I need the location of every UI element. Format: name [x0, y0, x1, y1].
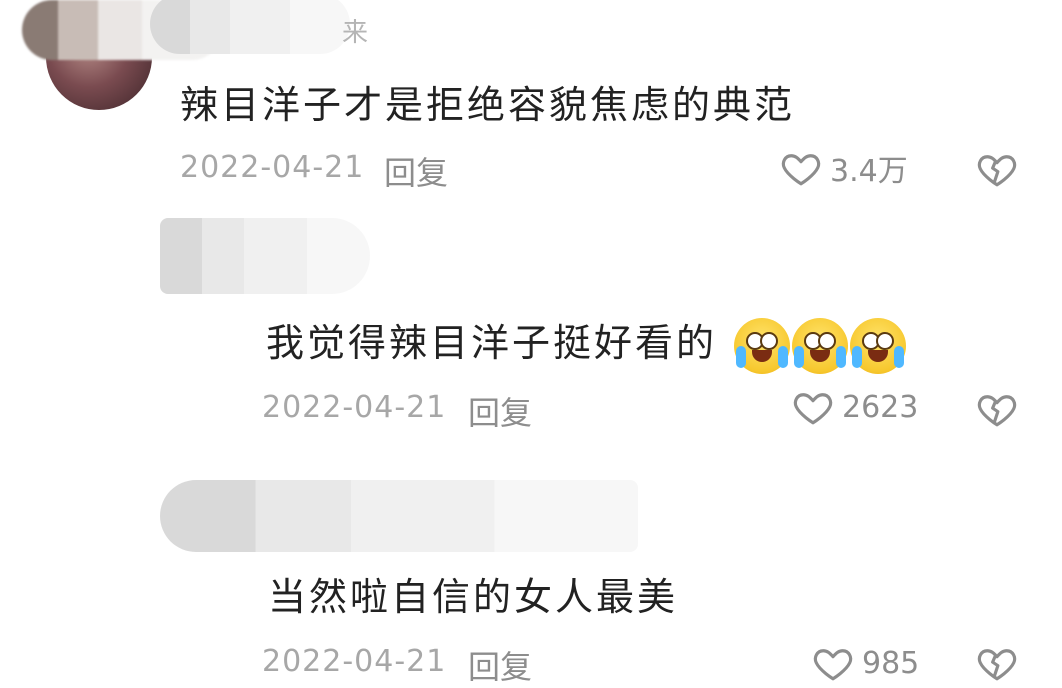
emoji-row	[734, 317, 907, 374]
comment-item: 当然啦自信的女人最美 2022-04-21 回复 985	[0, 470, 1062, 686]
like-count: 985	[862, 645, 920, 681]
heart-outline-icon	[812, 642, 854, 684]
broken-heart-icon[interactable]	[976, 388, 1018, 430]
comment-date: 2022-04-21	[262, 390, 447, 425]
crying-laughing-emoji	[734, 317, 791, 374]
like-button[interactable]: 3.4万	[780, 146, 908, 190]
heart-outline-icon	[780, 147, 822, 189]
reply-button[interactable]: 回复	[468, 642, 532, 688]
comment-text: 辣目洋子才是拒绝容貌焦虑的典范	[180, 83, 796, 127]
like-count: 3.4万	[830, 154, 908, 189]
heart-outline-icon	[792, 386, 834, 428]
username[interactable]	[150, 0, 350, 54]
crying-laughing-emoji	[792, 317, 849, 374]
reply-button[interactable]: 回复	[384, 148, 448, 194]
like-button[interactable]: 2623	[792, 386, 918, 428]
comment-text: 我觉得辣目洋子挺好看的	[266, 312, 907, 374]
comment-date: 2022-04-21	[180, 150, 365, 185]
crying-laughing-emoji	[850, 317, 907, 374]
comment-item: 来 辣目洋子才是拒绝容貌焦虑的典范 2022-04-21 回复 3.4万	[0, 0, 1062, 200]
like-count: 2623	[842, 389, 919, 425]
username[interactable]	[160, 480, 638, 552]
username[interactable]	[160, 218, 370, 294]
comment-text: 当然啦自信的女人最美	[268, 575, 679, 619]
like-button[interactable]: 985	[812, 642, 919, 684]
reply-button[interactable]: 回复	[468, 388, 532, 434]
comment-text-body: 我觉得辣目洋子挺好看的	[266, 321, 718, 365]
comment-item: 我觉得辣目洋子挺好看的 2022-04-21 回复 2623	[0, 210, 1062, 450]
comment-date: 2022-04-21	[262, 644, 447, 679]
broken-heart-icon[interactable]	[976, 148, 1018, 190]
username-tail: 来	[342, 18, 369, 48]
broken-heart-icon[interactable]	[976, 642, 1018, 684]
